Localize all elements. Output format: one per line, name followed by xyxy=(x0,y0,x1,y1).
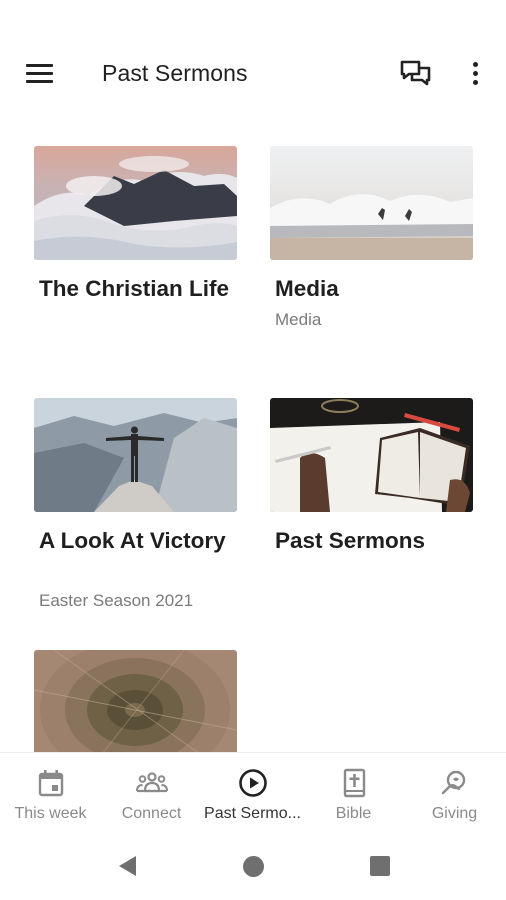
card-image-tree-rings xyxy=(34,650,237,752)
recents-square-icon[interactable] xyxy=(370,856,390,876)
nav-item-giving[interactable]: Giving xyxy=(404,753,505,837)
card-title: Media xyxy=(275,276,339,301)
card-title: A Look At Victory xyxy=(39,528,226,553)
chat-bubbles-icon xyxy=(400,60,431,86)
calendar-icon xyxy=(38,770,64,797)
bottom-navigation: This week Connect Past Sermo... Bible Gi… xyxy=(0,752,506,836)
menu-button[interactable] xyxy=(22,58,58,90)
chat-button[interactable] xyxy=(398,57,434,91)
sermon-card-look-at-victory[interactable]: A Look At Victory Easter Season 2021 xyxy=(34,398,237,618)
card-image-man-on-cliff xyxy=(34,398,237,512)
giving-hand-icon xyxy=(441,770,466,795)
nav-label: Connect xyxy=(121,805,182,822)
page-title: Past Sermons xyxy=(102,60,248,86)
card-title: The Christian Life xyxy=(39,276,230,301)
more-vertical-dot xyxy=(473,71,478,76)
more-vertical-dot xyxy=(473,80,478,85)
card-image-bible-desk xyxy=(270,398,473,512)
hamburger-menu-icon xyxy=(26,64,53,67)
sermon-card-past-sermons[interactable]: Past Sermons xyxy=(270,398,473,598)
play-circle-icon xyxy=(239,769,267,797)
card-image-ocean-waves xyxy=(270,146,473,260)
nav-item-connect[interactable]: Connect xyxy=(101,753,202,837)
hamburger-menu-line xyxy=(26,72,53,75)
sermon-card-tree-rings[interactable] xyxy=(34,650,237,752)
sermon-card-media[interactable]: Media Media xyxy=(270,146,473,346)
card-image-mountain-clouds xyxy=(34,146,237,260)
nav-item-this-week[interactable]: This week xyxy=(0,753,101,837)
more-options-button[interactable] xyxy=(463,58,487,90)
nav-label: Giving xyxy=(431,805,478,822)
card-subtitle: Easter Season 2021 xyxy=(39,591,194,610)
card-subtitle: Media xyxy=(275,310,322,329)
nav-label: Bible xyxy=(335,805,372,822)
back-triangle-icon[interactable] xyxy=(116,854,138,878)
nav-item-past-sermons[interactable]: Past Sermo... xyxy=(202,753,303,837)
sermon-card-christian-life[interactable]: The Christian Life xyxy=(34,146,237,346)
bible-book-icon xyxy=(343,768,366,798)
home-circle-icon[interactable] xyxy=(243,856,264,877)
group-people-icon xyxy=(136,772,168,793)
app-bar: Past Sermons xyxy=(0,0,506,150)
nav-item-bible[interactable]: Bible xyxy=(303,753,404,837)
hamburger-menu-line xyxy=(26,80,53,83)
card-title: Past Sermons xyxy=(275,528,426,553)
more-vertical-icon xyxy=(473,62,478,67)
nav-label: This week xyxy=(14,805,87,822)
nav-label: Past Sermo... xyxy=(204,805,301,822)
